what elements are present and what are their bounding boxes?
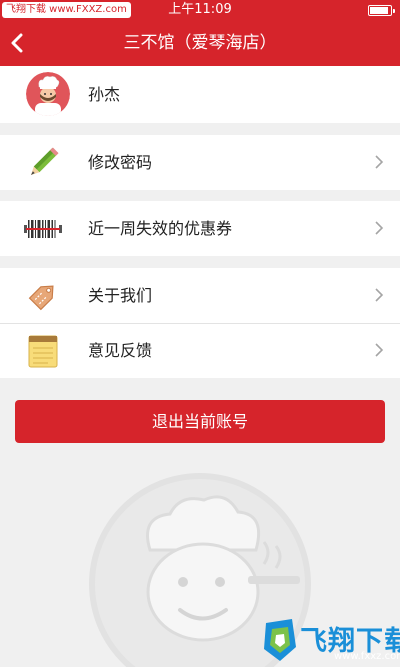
feedback-label: 意见反馈 xyxy=(88,341,153,360)
back-button[interactable] xyxy=(0,20,44,66)
expiring-coupons-row[interactable]: 近一周失效的优惠券 xyxy=(0,201,400,256)
change-password-label: 修改密码 xyxy=(88,153,153,172)
status-bar: 飞翔下载 www.FXXZ.com 上午11:09 xyxy=(0,0,400,20)
chevron-right-icon xyxy=(375,343,384,357)
chevron-left-icon xyxy=(11,33,23,53)
change-password-row[interactable]: 修改密码 xyxy=(0,135,400,190)
about-us-label: 关于我们 xyxy=(88,286,153,305)
chevron-right-icon xyxy=(375,155,384,169)
pencil-icon xyxy=(30,147,59,176)
status-time: 上午11:09 xyxy=(168,2,232,17)
settings-group-about: 关于我们 意见反馈 xyxy=(0,268,400,378)
tag-icon xyxy=(28,285,54,311)
settings-group-coupons: 近一周失效的优惠券 xyxy=(0,201,400,256)
download-site-logo-icon xyxy=(264,619,296,661)
nav-bar: 三不馆（爱琴海店） xyxy=(0,20,400,66)
barcode-icon xyxy=(24,220,62,238)
chevron-right-icon xyxy=(375,221,384,235)
profile-name: 孙杰 xyxy=(88,85,121,104)
expiring-coupons-label: 近一周失效的优惠券 xyxy=(88,219,233,238)
settings-group-password: 修改密码 xyxy=(0,135,400,190)
about-us-row[interactable]: 关于我们 xyxy=(0,268,400,323)
profile-row[interactable]: 孙杰 xyxy=(0,66,400,123)
battery-icon xyxy=(368,5,395,16)
logout-button[interactable]: 退出当前账号 xyxy=(15,400,385,443)
footer-brand-url: www.fxxz.com xyxy=(334,651,400,662)
battery-level xyxy=(370,7,388,14)
feedback-row[interactable]: 意见反馈 xyxy=(0,323,400,378)
chevron-right-icon xyxy=(375,288,384,302)
page-title: 三不馆（爱琴海店） xyxy=(123,33,277,53)
notepad-icon xyxy=(28,335,58,368)
chef-avatar-icon xyxy=(26,72,70,116)
